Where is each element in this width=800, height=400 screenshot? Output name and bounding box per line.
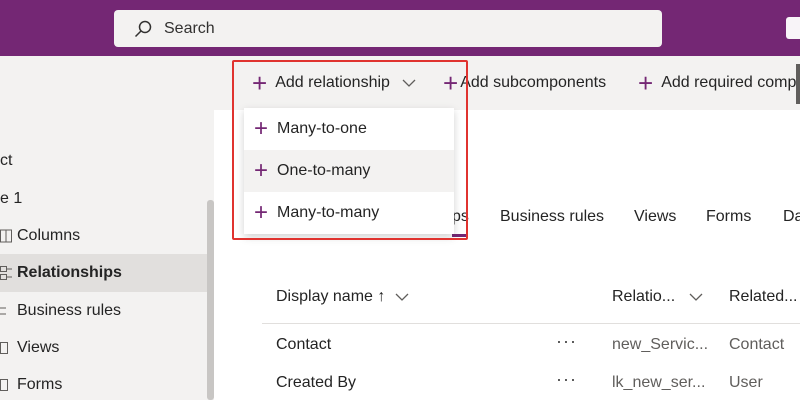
row-contact-relationship: new_Servic... — [612, 336, 709, 353]
column-header-display-name[interactable]: Display name ↑ — [276, 288, 409, 306]
column-header-relationship[interactable]: Relatio... — [612, 288, 703, 306]
tab-dashboards[interactable]: Da — [783, 208, 800, 226]
nav-item-business-rules[interactable]: Business rules — [0, 292, 207, 330]
column-header-label: Display name ↑ — [276, 288, 386, 305]
row-created-by-related: User — [729, 374, 763, 391]
chevron-down-icon — [395, 293, 409, 301]
row-contact-related: Contact — [729, 336, 785, 353]
nav-item-views[interactable]: Views — [0, 329, 207, 367]
nav-item-label: Columns — [17, 227, 81, 244]
columns-icon — [0, 229, 16, 243]
plus-icon: + — [638, 68, 654, 98]
nav-item-relationships[interactable]: Relationships — [0, 254, 207, 292]
add-subcomponents-label: Add subcomponents — [460, 74, 607, 91]
highlight-annotation-box — [232, 60, 468, 240]
forms-icon — [0, 378, 16, 392]
relationships-icon — [0, 266, 16, 280]
nav-item-forms[interactable]: Forms — [0, 366, 207, 400]
column-header-label: Relatio... — [612, 288, 676, 305]
search-icon — [134, 20, 152, 37]
tab-business-rules[interactable]: Business rules — [500, 208, 604, 226]
left-nav: ct e 1 Columns Relationships Business ru… — [0, 56, 214, 400]
business-rules-icon — [0, 304, 16, 318]
tab-forms[interactable]: Forms — [706, 208, 751, 226]
row-created-by-relationship: lk_new_ser... — [612, 374, 706, 391]
nav-table-name-fragment[interactable]: ct — [0, 152, 12, 170]
search-box[interactable]: Search — [114, 10, 662, 47]
row-more-actions-button[interactable]: ··· — [556, 369, 577, 390]
column-header-label: Related... — [729, 288, 798, 305]
views-icon — [0, 341, 16, 355]
column-header-related[interactable]: Related... — [729, 288, 800, 306]
profile-button[interactable] — [786, 17, 800, 39]
top-bar: Search — [0, 0, 800, 56]
tab-views[interactable]: Views — [634, 208, 676, 226]
add-required-label: Add required comp — [661, 74, 797, 91]
row-more-actions-button[interactable]: ··· — [556, 331, 577, 352]
command-bar-scrollbar[interactable] — [796, 64, 800, 104]
row-created-by-display-name[interactable]: Created By — [276, 374, 356, 392]
nav-item-label: Business rules — [17, 302, 122, 319]
chevron-down-icon — [689, 293, 703, 301]
nav-solution-fragment[interactable]: e 1 — [0, 190, 22, 208]
nav-item-label: Forms — [17, 376, 63, 393]
nav-item-columns[interactable]: Columns — [0, 217, 207, 255]
nav-item-label: Relationships — [17, 264, 122, 281]
nav-scrollbar[interactable] — [207, 200, 214, 400]
row-contact-display-name[interactable]: Contact — [276, 336, 331, 354]
nav-item-label: Views — [17, 339, 60, 356]
add-required-components-button[interactable]: + Add required comp — [638, 56, 796, 110]
header-divider — [262, 323, 800, 324]
search-placeholder: Search — [164, 19, 215, 37]
